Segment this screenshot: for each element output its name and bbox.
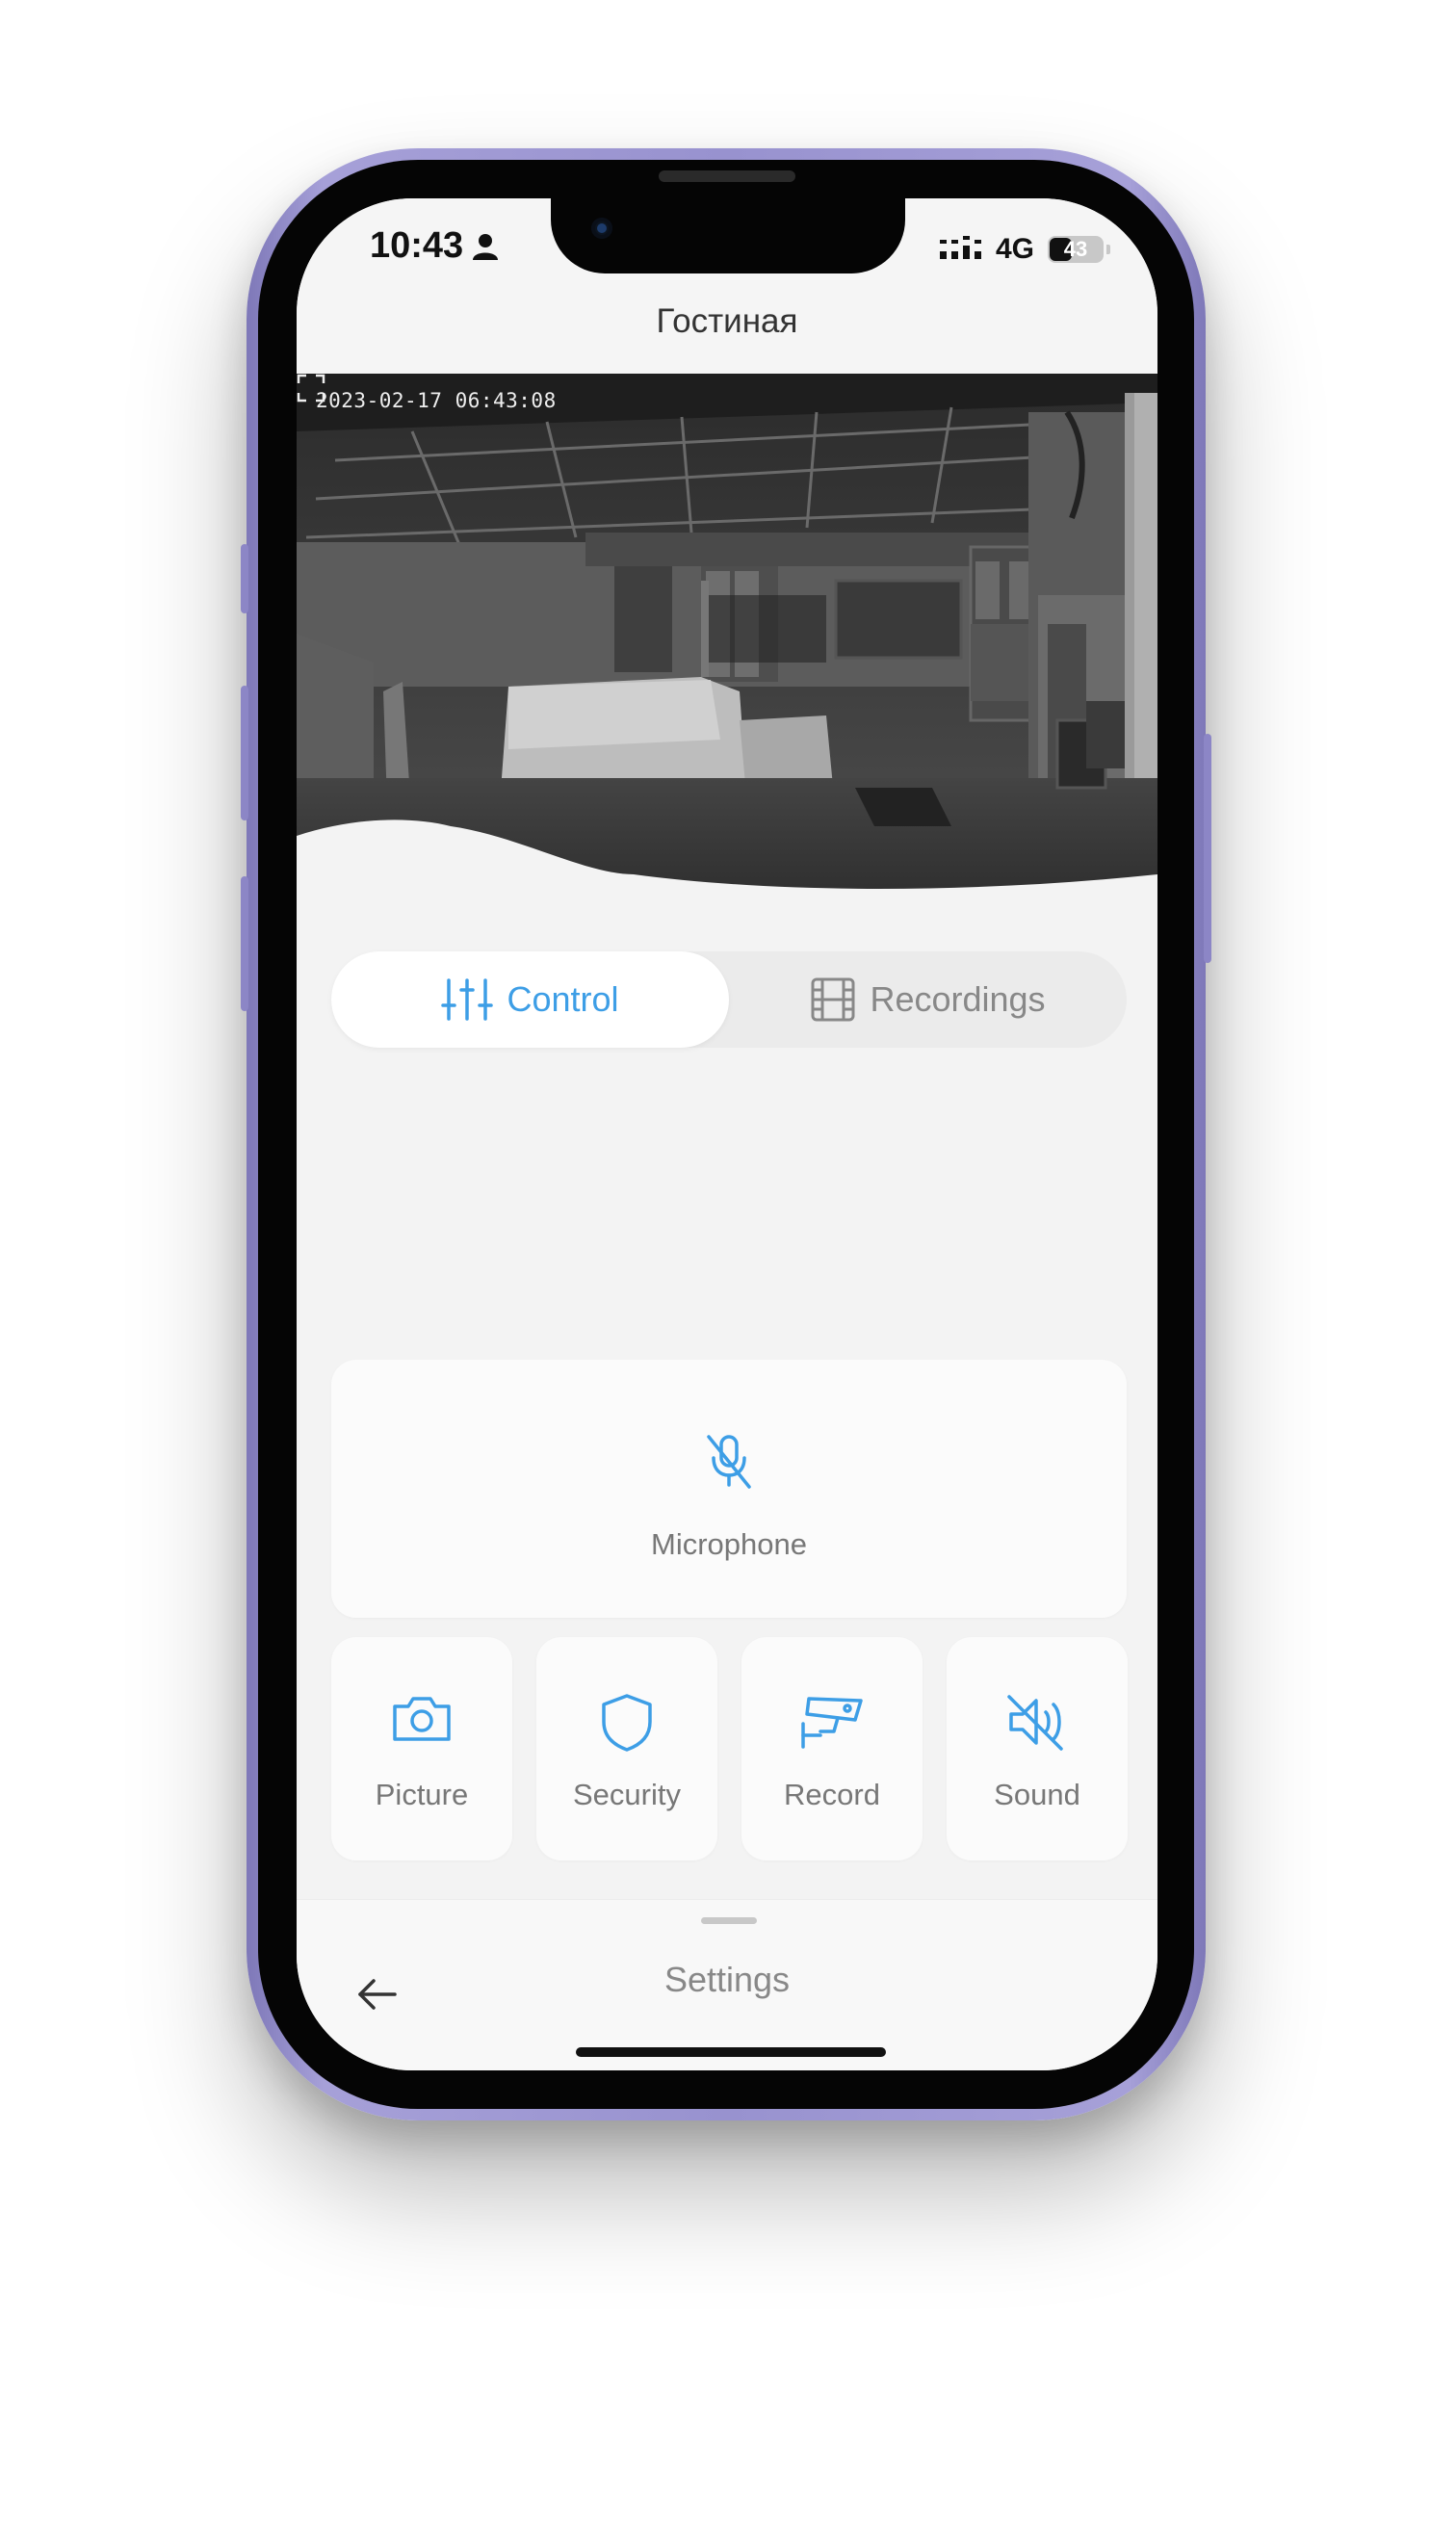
security-button[interactable]: Security [536,1637,717,1860]
settings-sheet[interactable]: Settings [297,1899,1157,2070]
camera-icon [393,1697,451,1741]
camera-feed[interactable]: 2023-02-17 06:43:08 [297,374,1157,926]
time-text: 10:43 [370,225,464,266]
front-camera [591,218,612,239]
battery-percent: 43 [1063,237,1088,261]
tab-recordings[interactable]: Recordings [729,951,1127,1048]
sound-label: Sound [994,1778,1080,1811]
camera-scene [297,374,1157,926]
mic-off-icon [707,1435,751,1489]
earpiece-speaker [659,170,795,182]
network-type: 4G [995,233,1034,265]
home-indicator[interactable] [576,2047,886,2057]
picture-button[interactable]: Picture [331,1637,512,1860]
tab-recordings-label: Recordings [870,979,1046,1019]
signal-icon [939,236,981,259]
microphone-label: Microphone [651,1527,807,1561]
video-timestamp: 2023-02-17 06:43:08 [316,389,557,412]
security-label: Security [573,1778,681,1811]
battery-icon: 43 [1048,236,1110,263]
person-icon [473,233,499,260]
cctv-icon [801,1697,863,1749]
power-button [1204,734,1211,963]
shield-icon [602,1694,652,1752]
page-title: Гостиная [656,302,798,340]
view-tabs: Control Recordings [331,951,1127,1048]
record-label: Record [784,1778,880,1811]
status-icons: 4G 43 [939,233,1110,266]
fullscreen-icon[interactable] [297,374,325,403]
sound-button[interactable]: Sound [947,1637,1128,1860]
volume-up-button [241,686,248,820]
tab-control[interactable]: Control [331,951,729,1048]
action-button [241,544,248,613]
app-screen: 10:43 4G 43 Гостиная 2023-02-17 06:43:08… [297,198,1157,2070]
sheet-grabber[interactable] [701,1917,757,1924]
status-time: 10:43 [370,225,499,267]
sliders-icon [441,978,494,1021]
settings-title: Settings [663,1960,791,1999]
dynamic-notch [551,198,905,273]
volume-down-button [241,876,248,1011]
speaker-muted-icon [1007,1695,1063,1751]
picture-label: Picture [375,1778,469,1811]
record-button[interactable]: Record [741,1637,923,1860]
tab-control-label: Control [507,979,619,1019]
film-icon [811,977,855,1022]
microphone-button[interactable]: Microphone [331,1360,1127,1618]
